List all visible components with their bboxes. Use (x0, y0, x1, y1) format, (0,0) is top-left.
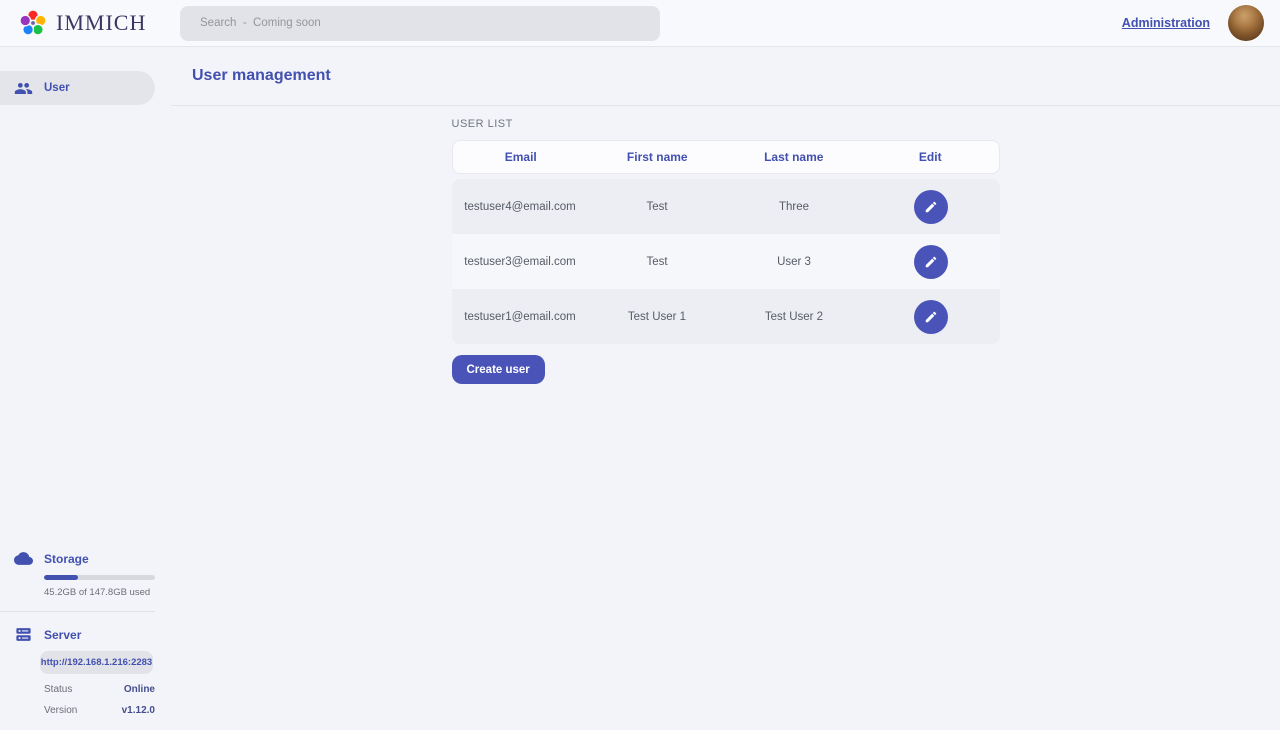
sidebar-status-panel: Storage 45.2GB of 147.8GB used Server ht… (0, 549, 171, 730)
edit-user-button[interactable] (914, 245, 948, 279)
server-title: Server (44, 628, 81, 642)
app-header: IMMICH Administration (0, 0, 1280, 47)
cell-email: testuser3@email.com (452, 256, 589, 268)
storage-title: Storage (44, 552, 89, 566)
server-url-badge: http://192.168.1.216:2283 (40, 651, 153, 674)
version-label: Version (44, 705, 77, 716)
cell-first-name: Test (589, 256, 726, 268)
administration-link[interactable]: Administration (1122, 16, 1210, 30)
user-group-icon (14, 79, 33, 98)
pencil-icon (924, 200, 938, 214)
edit-user-button[interactable] (914, 300, 948, 334)
edit-user-button[interactable] (914, 190, 948, 224)
page-title: User management (192, 67, 331, 85)
sidebar-item-user[interactable]: User (0, 71, 155, 105)
cloud-icon (14, 549, 33, 568)
user-avatar[interactable] (1228, 5, 1264, 41)
create-user-button[interactable]: Create user (452, 355, 545, 384)
cell-email: testuser4@email.com (452, 201, 589, 213)
storage-usage-text: 45.2GB of 147.8GB used (44, 587, 171, 598)
table-row: testuser1@email.com Test User 1 Test Use… (452, 289, 1000, 344)
sidebar: User Storage 45.2GB of 147.8GB used Serv… (0, 47, 171, 730)
cell-email: testuser1@email.com (452, 311, 589, 323)
storage-progress-fill (44, 575, 78, 580)
user-table: testuser4@email.com Test Three testuser3… (452, 179, 1000, 344)
storage-progress-bar (44, 575, 155, 580)
status-label: Status (44, 684, 72, 695)
cell-last-name: User 3 (726, 256, 863, 268)
storage-section-header: Storage (0, 549, 171, 568)
table-row: testuser4@email.com Test Three (452, 179, 1000, 234)
server-status-row: Status Online (44, 684, 155, 695)
search-input[interactable] (180, 6, 660, 41)
status-value: Online (124, 684, 155, 695)
server-section-header: Server (0, 625, 171, 644)
sidebar-divider (0, 611, 155, 612)
table-header-row: Email First name Last name Edit (452, 140, 1000, 174)
column-header-email: Email (453, 150, 590, 164)
sidebar-item-label: User (44, 82, 70, 94)
immich-flower-icon (16, 6, 50, 40)
server-icon (14, 625, 33, 644)
pencil-icon (924, 310, 938, 324)
column-header-last-name: Last name (726, 150, 863, 164)
column-header-first-name: First name (589, 150, 726, 164)
section-label: USER LIST (452, 118, 1000, 130)
server-url: http://192.168.1.216:2283 (41, 657, 152, 668)
table-row: testuser3@email.com Test User 3 (452, 234, 1000, 289)
cell-last-name: Test User 2 (726, 311, 863, 323)
cell-last-name: Three (726, 201, 863, 213)
column-header-edit: Edit (862, 150, 999, 164)
pencil-icon (924, 255, 938, 269)
cell-first-name: Test (589, 201, 726, 213)
main-content: User management USER LIST Email First na… (171, 47, 1280, 730)
logo-text: IMMICH (56, 10, 146, 36)
cell-first-name: Test User 1 (589, 311, 726, 323)
page-title-bar: User management (171, 47, 1280, 106)
server-version-row: Version v1.12.0 (44, 705, 155, 716)
user-list-section: USER LIST Email First name Last name Edi… (452, 118, 1000, 384)
version-value: v1.12.0 (122, 705, 155, 716)
app-logo[interactable]: IMMICH (16, 6, 180, 40)
